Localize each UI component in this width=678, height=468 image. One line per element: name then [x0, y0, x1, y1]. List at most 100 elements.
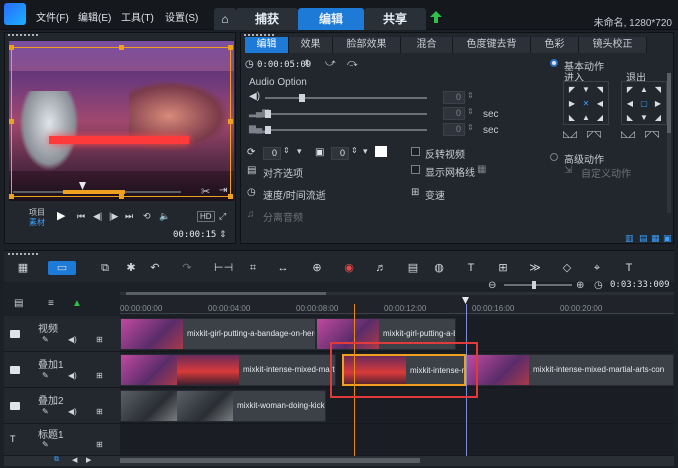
tab-edit-options[interactable]: 编辑: [245, 37, 289, 53]
track-visibility-icon[interactable]: ⊞: [96, 371, 103, 380]
add-marker-icon[interactable]: ▲: [72, 298, 82, 309]
rotate-spinner-icon[interactable]: ⇕: [283, 146, 290, 155]
fade-in-spinner-icon[interactable]: ⇕: [467, 107, 474, 116]
timeline-ruler[interactable]: 00:00:00:00 00:00:04:00 00:00:08:00 00:0…: [120, 292, 674, 314]
stretch-icon[interactable]: ↔: [276, 261, 290, 275]
tab-share[interactable]: 共享: [364, 8, 426, 30]
track-visibility-icon[interactable]: ⊞: [96, 440, 103, 449]
tab-blend[interactable]: 混合: [401, 37, 453, 53]
exit-rotate-right-icon[interactable]: ◸◹: [645, 129, 659, 140]
scissors-icon[interactable]: ✂: [201, 185, 210, 198]
fade-in-slider[interactable]: [265, 110, 427, 118]
split-screen-icon[interactable]: ⊞: [496, 261, 510, 275]
zoom-out-icon[interactable]: ⊖: [488, 280, 496, 291]
track-header-title1[interactable]: T 标题1 ✎ ⊞: [4, 424, 120, 456]
border-value[interactable]: 0: [331, 147, 349, 160]
tools-icon[interactable]: ✱: [124, 261, 138, 275]
track-lane-title1[interactable]: [120, 424, 674, 456]
track-manager-icon[interactable]: ⧉: [98, 261, 112, 275]
edit-icon[interactable]: ✎: [42, 371, 49, 380]
border-spinner-icon[interactable]: ⇕: [351, 146, 358, 155]
track-list-icon[interactable]: ▤: [14, 298, 23, 309]
fade-out-spinner-icon[interactable]: ⇕: [467, 123, 474, 132]
scroll-right-icon[interactable]: ▶: [86, 456, 91, 464]
skip-end-icon[interactable]: ⏭: [125, 211, 133, 222]
exit-rotate-left-icon[interactable]: ◺◿: [621, 129, 635, 140]
video-preview[interactable]: [9, 41, 234, 201]
custom-motion-button[interactable]: 自定义动作: [581, 165, 631, 180]
border-dropdown-icon[interactable]: ▾: [363, 146, 368, 157]
undo-icon[interactable]: ↶: [148, 261, 162, 275]
tab-lens-correction[interactable]: 镜头校正: [579, 37, 647, 53]
clip-overlay-3[interactable]: mixkit-intense-mixed-martial-arts-con: [466, 354, 674, 386]
mark-icon[interactable]: ⇥: [219, 185, 227, 196]
fit-timeline-icon[interactable]: ⧉: [54, 456, 59, 464]
motion-track-icon[interactable]: ◍: [432, 261, 446, 275]
zoom-slider[interactable]: [504, 281, 572, 289]
tab-face-effects[interactable]: 脸部效果: [333, 37, 401, 53]
fade-in-icon[interactable]: ⤻: [325, 58, 336, 69]
edit-icon[interactable]: ✎: [42, 440, 49, 449]
zoom-in-icon[interactable]: ⊕: [576, 280, 584, 291]
step-back-icon[interactable]: ◀|: [93, 211, 102, 222]
3d-title-icon[interactable]: T: [622, 261, 636, 275]
align-options-button[interactable]: 对齐选项: [263, 165, 303, 180]
rotate-left-icon[interactable]: ◺◿: [563, 129, 577, 140]
layout-icon-1[interactable]: ▥: [625, 233, 634, 244]
volume-icon[interactable]: 🔈: [159, 211, 170, 222]
layout-icon-4[interactable]: ▣: [663, 233, 672, 244]
split-audio-button[interactable]: 分离音频: [263, 209, 303, 224]
panel-grip[interactable]: [8, 253, 38, 257]
rotate-value[interactable]: 0: [263, 147, 281, 160]
enter-direction-grid[interactable]: ◤ ▼ ◥ ▶ ✕ ◀ ◣ ▲ ◢: [563, 81, 609, 125]
timeline-marker[interactable]: [462, 297, 469, 304]
clip-overlay-1[interactable]: mixkit-intense-mixed-martial-: [120, 354, 336, 386]
timecode-spinner-icon[interactable]: ⇕: [219, 229, 227, 240]
track-menu-icon[interactable]: ≡: [48, 298, 54, 309]
time-remap-icon[interactable]: ≫: [528, 261, 542, 275]
edit-icon[interactable]: ✎: [42, 335, 49, 344]
stabilize-icon[interactable]: ⌖: [590, 261, 604, 275]
speed-time-button[interactable]: 速度/时间流逝: [263, 187, 326, 202]
menu-tools[interactable]: 工具(T): [121, 9, 154, 24]
skip-start-icon[interactable]: ⏮: [77, 211, 85, 222]
tab-capture[interactable]: 捕获: [236, 8, 298, 30]
options-scrollbar[interactable]: [667, 73, 671, 213]
pan-zoom-icon[interactable]: ⊕: [310, 261, 324, 275]
mute-icon[interactable]: ◀): [68, 407, 77, 416]
layout-icon-3[interactable]: ▦: [651, 233, 660, 244]
duration-spinner-icon[interactable]: ⇕: [303, 58, 311, 69]
timeline-scroll-thumb[interactable]: [126, 292, 326, 295]
step-forward-icon[interactable]: |▶: [109, 211, 118, 222]
show-grid-checkbox[interactable]: [411, 165, 420, 174]
timecode[interactable]: 00:00:15: [173, 230, 216, 240]
play-icon[interactable]: ▶: [57, 209, 65, 222]
menu-file[interactable]: 文件(F): [36, 9, 69, 24]
track-header-overlay2[interactable]: 叠加2 ✎ ◀) ⊞: [4, 388, 120, 424]
border-color-swatch[interactable]: [375, 146, 387, 157]
track-header-overlay1[interactable]: 叠加1 ✎ ◀) ⊞: [4, 352, 120, 388]
multicam-icon[interactable]: ▤: [406, 261, 420, 275]
advanced-motion-radio[interactable]: [550, 153, 558, 161]
repeat-icon[interactable]: ⟲: [143, 211, 151, 222]
edit-icon[interactable]: ✎: [42, 407, 49, 416]
timeline-view-icon[interactable]: ▭: [48, 261, 76, 275]
volume-spinner-icon[interactable]: ⇕: [467, 91, 474, 100]
tab-edit[interactable]: 编辑: [298, 8, 364, 30]
fullscreen-icon[interactable]: ⤢: [219, 211, 226, 222]
tab-color[interactable]: 色彩: [531, 37, 579, 53]
subtitle-icon[interactable]: T: [464, 261, 478, 275]
horizontal-scrollbar[interactable]: [120, 458, 420, 463]
upload-arrow-icon[interactable]: [430, 11, 442, 23]
menu-settings[interactable]: 设置(S): [165, 9, 198, 24]
volume-value[interactable]: 0: [443, 91, 465, 104]
trim-range[interactable]: [63, 190, 125, 194]
tab-chroma-key[interactable]: 色度键去背: [453, 37, 531, 53]
rotate-dropdown-icon[interactable]: ▾: [297, 146, 302, 157]
record-icon[interactable]: ◉: [342, 261, 356, 275]
track-visibility-icon[interactable]: ⊞: [96, 335, 103, 344]
fit-width-icon[interactable]: ⊢⊣: [214, 261, 233, 275]
clip-overlay2-1[interactable]: mixkit-woman-doing-kickb: [120, 390, 326, 422]
scroll-left-icon[interactable]: ◀: [72, 456, 77, 464]
menu-edit[interactable]: 编辑(E): [78, 9, 111, 24]
